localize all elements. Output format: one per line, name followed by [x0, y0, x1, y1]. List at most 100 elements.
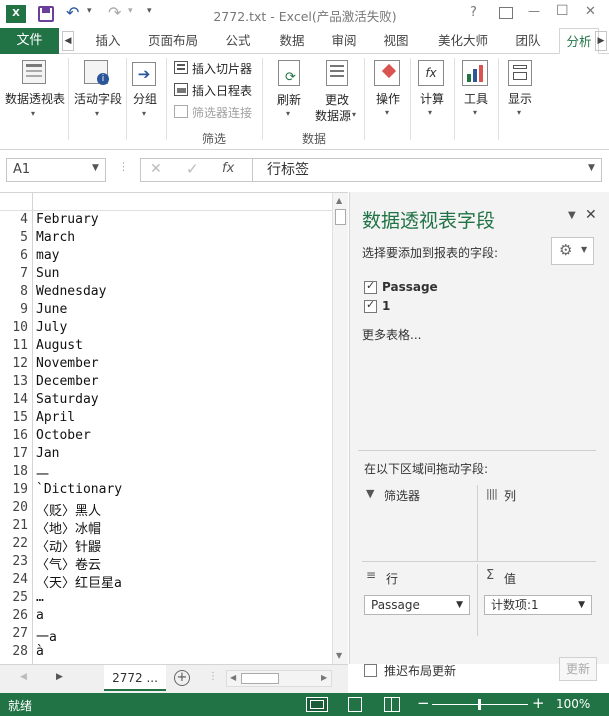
values-field-dropdown[interactable]: 计数项:1 ▼	[484, 595, 592, 615]
table-cell[interactable]: Saturday	[36, 392, 99, 407]
row-header[interactable]: 18	[0, 464, 33, 479]
tab-view[interactable]: 视图	[374, 28, 418, 54]
row-header[interactable]: 27	[0, 626, 33, 641]
tab-formulas[interactable]: 公式	[216, 28, 260, 54]
table-cell[interactable]: November	[36, 356, 99, 371]
row-header[interactable]: 6	[0, 248, 33, 263]
hscroll-left-icon[interactable]: ◀	[230, 673, 236, 682]
help-button[interactable]: ?	[470, 5, 477, 20]
save-icon[interactable]	[38, 6, 54, 22]
table-cell[interactable]: may	[36, 248, 59, 263]
zoom-out-button[interactable]: −	[417, 694, 430, 712]
sheet-tab[interactable]: 2772 ...	[104, 665, 166, 691]
table-cell[interactable]: …	[36, 590, 44, 605]
insert-function-icon[interactable]: fx	[222, 161, 234, 176]
row-header[interactable]: 17	[0, 446, 33, 461]
add-sheet-button[interactable]: +	[174, 670, 190, 686]
row-header[interactable]: 28	[0, 644, 33, 659]
field-checkbox-passage[interactable]: ✓	[364, 279, 377, 294]
formula-bar-splitter-icon[interactable]: ⋮	[118, 160, 129, 173]
field-item-passage[interactable]: ✓ Passage	[364, 279, 564, 298]
table-cell[interactable]: Sun	[36, 266, 59, 281]
tools-button[interactable]: 工具	[458, 92, 494, 107]
refresh-button[interactable]: 刷新	[270, 93, 308, 108]
scroll-thumb[interactable]	[335, 209, 346, 225]
hscroll-thumb[interactable]	[241, 673, 279, 684]
change-source-label-1[interactable]: 更改	[316, 93, 358, 108]
minimize-button[interactable]: —	[528, 4, 540, 18]
insert-slicer-button[interactable]: 插入切片器	[192, 60, 252, 77]
row-header[interactable]: 7	[0, 266, 33, 281]
table-cell[interactable]: 〈地〉冰帽	[36, 518, 101, 537]
tab-split-icon[interactable]: ⋮	[208, 671, 218, 682]
pane-close-icon[interactable]: ✕	[585, 207, 597, 223]
field-list-settings-button[interactable]: ⚙ ▼	[551, 237, 594, 265]
tab-page-layout[interactable]: 页面布局	[142, 28, 204, 54]
zoom-level[interactable]: 100%	[556, 697, 590, 711]
field-checkbox-1[interactable]: ✓	[364, 298, 377, 313]
pane-options-dropdown-icon[interactable]: ▼	[568, 210, 576, 221]
table-cell[interactable]: `Dictionary	[36, 482, 122, 497]
tab-scroll-right-icon[interactable]: ▶	[595, 31, 607, 51]
tab-beautify-master[interactable]: 美化大师	[428, 28, 498, 54]
tab-insert[interactable]: 插入	[86, 28, 130, 54]
table-cell[interactable]: October	[36, 428, 91, 443]
customize-qat-icon[interactable]: ▾	[147, 6, 152, 16]
table-cell[interactable]: April	[36, 410, 75, 425]
table-cell[interactable]: 一	[36, 464, 49, 483]
defer-layout-checkbox[interactable]	[364, 664, 377, 677]
row-header[interactable]: 23	[0, 554, 33, 569]
hscroll-right-icon[interactable]: ▶	[321, 673, 327, 682]
page-break-view-icon[interactable]	[384, 697, 400, 712]
row-header[interactable]: 15	[0, 410, 33, 425]
more-tables-link[interactable]: 更多表格...	[362, 326, 421, 343]
scroll-down-icon[interactable]: ▼	[336, 651, 342, 660]
filter-connections-button[interactable]: 筛选器连接	[192, 104, 252, 121]
group-button[interactable]: 分组	[128, 92, 162, 107]
close-button[interactable]: ✕	[585, 4, 596, 19]
columns-area[interactable]: |||| 列	[480, 485, 596, 561]
table-cell[interactable]: March	[36, 230, 75, 245]
insert-timeline-button[interactable]: 插入日程表	[192, 82, 252, 99]
vertical-scrollbar[interactable]: ▲ ▼	[332, 193, 348, 665]
row-header[interactable]: 22	[0, 536, 33, 551]
change-source-label-2[interactable]: 数据源	[310, 109, 356, 124]
name-box[interactable]: A1	[6, 158, 106, 182]
select-all-corner[interactable]	[0, 193, 33, 211]
ribbon-display-icon[interactable]	[499, 7, 513, 19]
actions-button[interactable]: 操作	[370, 92, 406, 107]
restore-button[interactable]: ☐	[556, 3, 569, 19]
undo-dropdown-icon[interactable]: ▾	[87, 6, 92, 16]
table-cell[interactable]: 〈动〉针鼹	[36, 536, 101, 555]
row-header[interactable]: 20	[0, 500, 33, 515]
table-cell[interactable]: Wednesday	[36, 284, 106, 299]
redo-dropdown-icon[interactable]: ▾	[128, 6, 133, 16]
row-header[interactable]: 5	[0, 230, 33, 245]
normal-view-icon[interactable]	[306, 697, 328, 712]
sheet-nav-next-icon[interactable]: ▶	[56, 672, 63, 682]
field-item-1[interactable]: ✓ 1	[364, 298, 564, 317]
row-header[interactable]: 19	[0, 482, 33, 497]
row-header[interactable]: 24	[0, 572, 33, 587]
table-cell[interactable]: à	[36, 644, 44, 659]
table-cell[interactable]: 〈天〉红巨星a	[36, 572, 122, 591]
table-cell[interactable]: 〈气〉卷云	[36, 554, 101, 573]
undo-icon[interactable]: ↶	[66, 3, 79, 22]
values-area[interactable]: Σ 值 计数项:1 ▼	[480, 564, 596, 636]
table-cell[interactable]: July	[36, 320, 67, 335]
formula-value[interactable]: 行标签	[252, 158, 602, 182]
cancel-entry-icon[interactable]: ✕	[150, 161, 162, 177]
pivottable-name-button[interactable]: 数据透视表	[2, 92, 68, 107]
rows-area[interactable]: ≡ 行 Passage ▼	[362, 564, 478, 636]
table-cell[interactable]: a	[36, 608, 44, 623]
page-layout-view-icon[interactable]	[348, 697, 362, 712]
table-cell[interactable]: Jan	[36, 446, 59, 461]
row-header[interactable]: 26	[0, 608, 33, 623]
table-cell[interactable]: June	[36, 302, 67, 317]
table-cell[interactable]: 〈贬〉黑人	[36, 500, 101, 519]
row-header[interactable]: 12	[0, 356, 33, 371]
expand-formula-bar-icon[interactable]: ▼	[588, 163, 595, 173]
row-header[interactable]: 4	[0, 212, 33, 227]
rows-field-dropdown[interactable]: Passage ▼	[364, 595, 470, 615]
table-cell[interactable]: February	[36, 212, 99, 227]
